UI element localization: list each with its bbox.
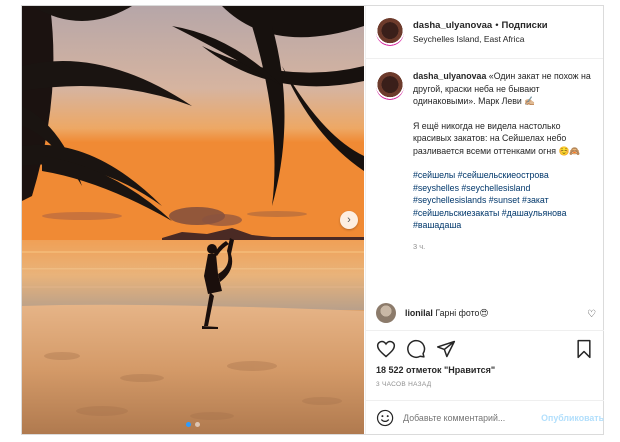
- comment-text: lionilal Гарні фото😍: [405, 308, 489, 319]
- carousel-dot: [195, 422, 200, 427]
- username-link[interactable]: dasha_ulyanovaa: [413, 20, 492, 31]
- bookmark-icon[interactable]: [574, 339, 594, 359]
- post-sidebar: dasha_ulyanovaa • Подписки Seychelles Is…: [365, 6, 604, 434]
- comments-area[interactable]: dasha_ulyanovaa «Один закат не похож на …: [366, 60, 604, 330]
- header-text: dasha_ulyanovaa • Подписки Seychelles Is…: [413, 20, 548, 44]
- actions-section: 18 522 отметок "Нравится" 3 ЧАСОВ НАЗАД …: [366, 330, 604, 434]
- comment-heart-icon[interactable]: ♡: [587, 309, 596, 320]
- carousel-dot-active: [186, 422, 191, 427]
- comment-input[interactable]: [403, 413, 540, 423]
- smile-icon[interactable]: [376, 408, 394, 428]
- commenter-avatar[interactable]: [376, 303, 396, 323]
- following-button[interactable]: Подписки: [502, 20, 548, 31]
- caption-time: 3 ч.: [413, 241, 426, 251]
- caption-first: dasha_ulyanovaa «Один закат не похож на …: [413, 70, 594, 108]
- chevron-right-icon[interactable]: ›: [340, 211, 358, 229]
- sunset-beach-image: [22, 6, 364, 434]
- header-line: dasha_ulyanovaa • Подписки: [413, 20, 548, 31]
- action-icons: [376, 339, 594, 361]
- share-icon[interactable]: [436, 339, 456, 359]
- heart-icon[interactable]: [376, 339, 396, 359]
- carousel-dots: [22, 422, 364, 427]
- comment-icon[interactable]: [406, 339, 426, 359]
- caption-avatar[interactable]: [376, 72, 404, 100]
- caption-body: dasha_ulyanovaa «Один закат не похож на …: [413, 70, 594, 253]
- commenter-username[interactable]: lionilal: [405, 308, 433, 318]
- hashtags[interactable]: #сейшелы #сейшельскиеострова #seyshelles…: [413, 169, 594, 232]
- post-photo[interactable]: ›: [22, 6, 364, 434]
- post-timestamp: 3 ЧАСОВ НАЗАД: [376, 381, 432, 388]
- post-header: dasha_ulyanovaa • Подписки Seychelles Is…: [366, 6, 603, 59]
- avatar[interactable]: [376, 18, 404, 46]
- caption: dasha_ulyanovaa «Один закат не похож на …: [376, 70, 594, 253]
- add-comment-bar: Опубликовать: [366, 400, 604, 435]
- likes-count[interactable]: 18 522 отметок "Нравится": [376, 365, 495, 375]
- comment-body: Гарні фото😍: [435, 307, 489, 318]
- location-link[interactable]: Seychelles Island, East Africa: [413, 34, 548, 44]
- publish-button[interactable]: Опубликовать: [541, 413, 604, 423]
- caption-paragraph: Я ещё никогда не видела настолько красив…: [413, 120, 581, 156]
- caption-username[interactable]: dasha_ulyanovaa: [413, 71, 486, 81]
- post-window: › dasha_ulyanovaa • Подписки Seychelles …: [21, 5, 604, 435]
- separator-dot: •: [495, 20, 499, 31]
- comment-item: lionilal Гарні фото😍 ♡: [376, 303, 596, 323]
